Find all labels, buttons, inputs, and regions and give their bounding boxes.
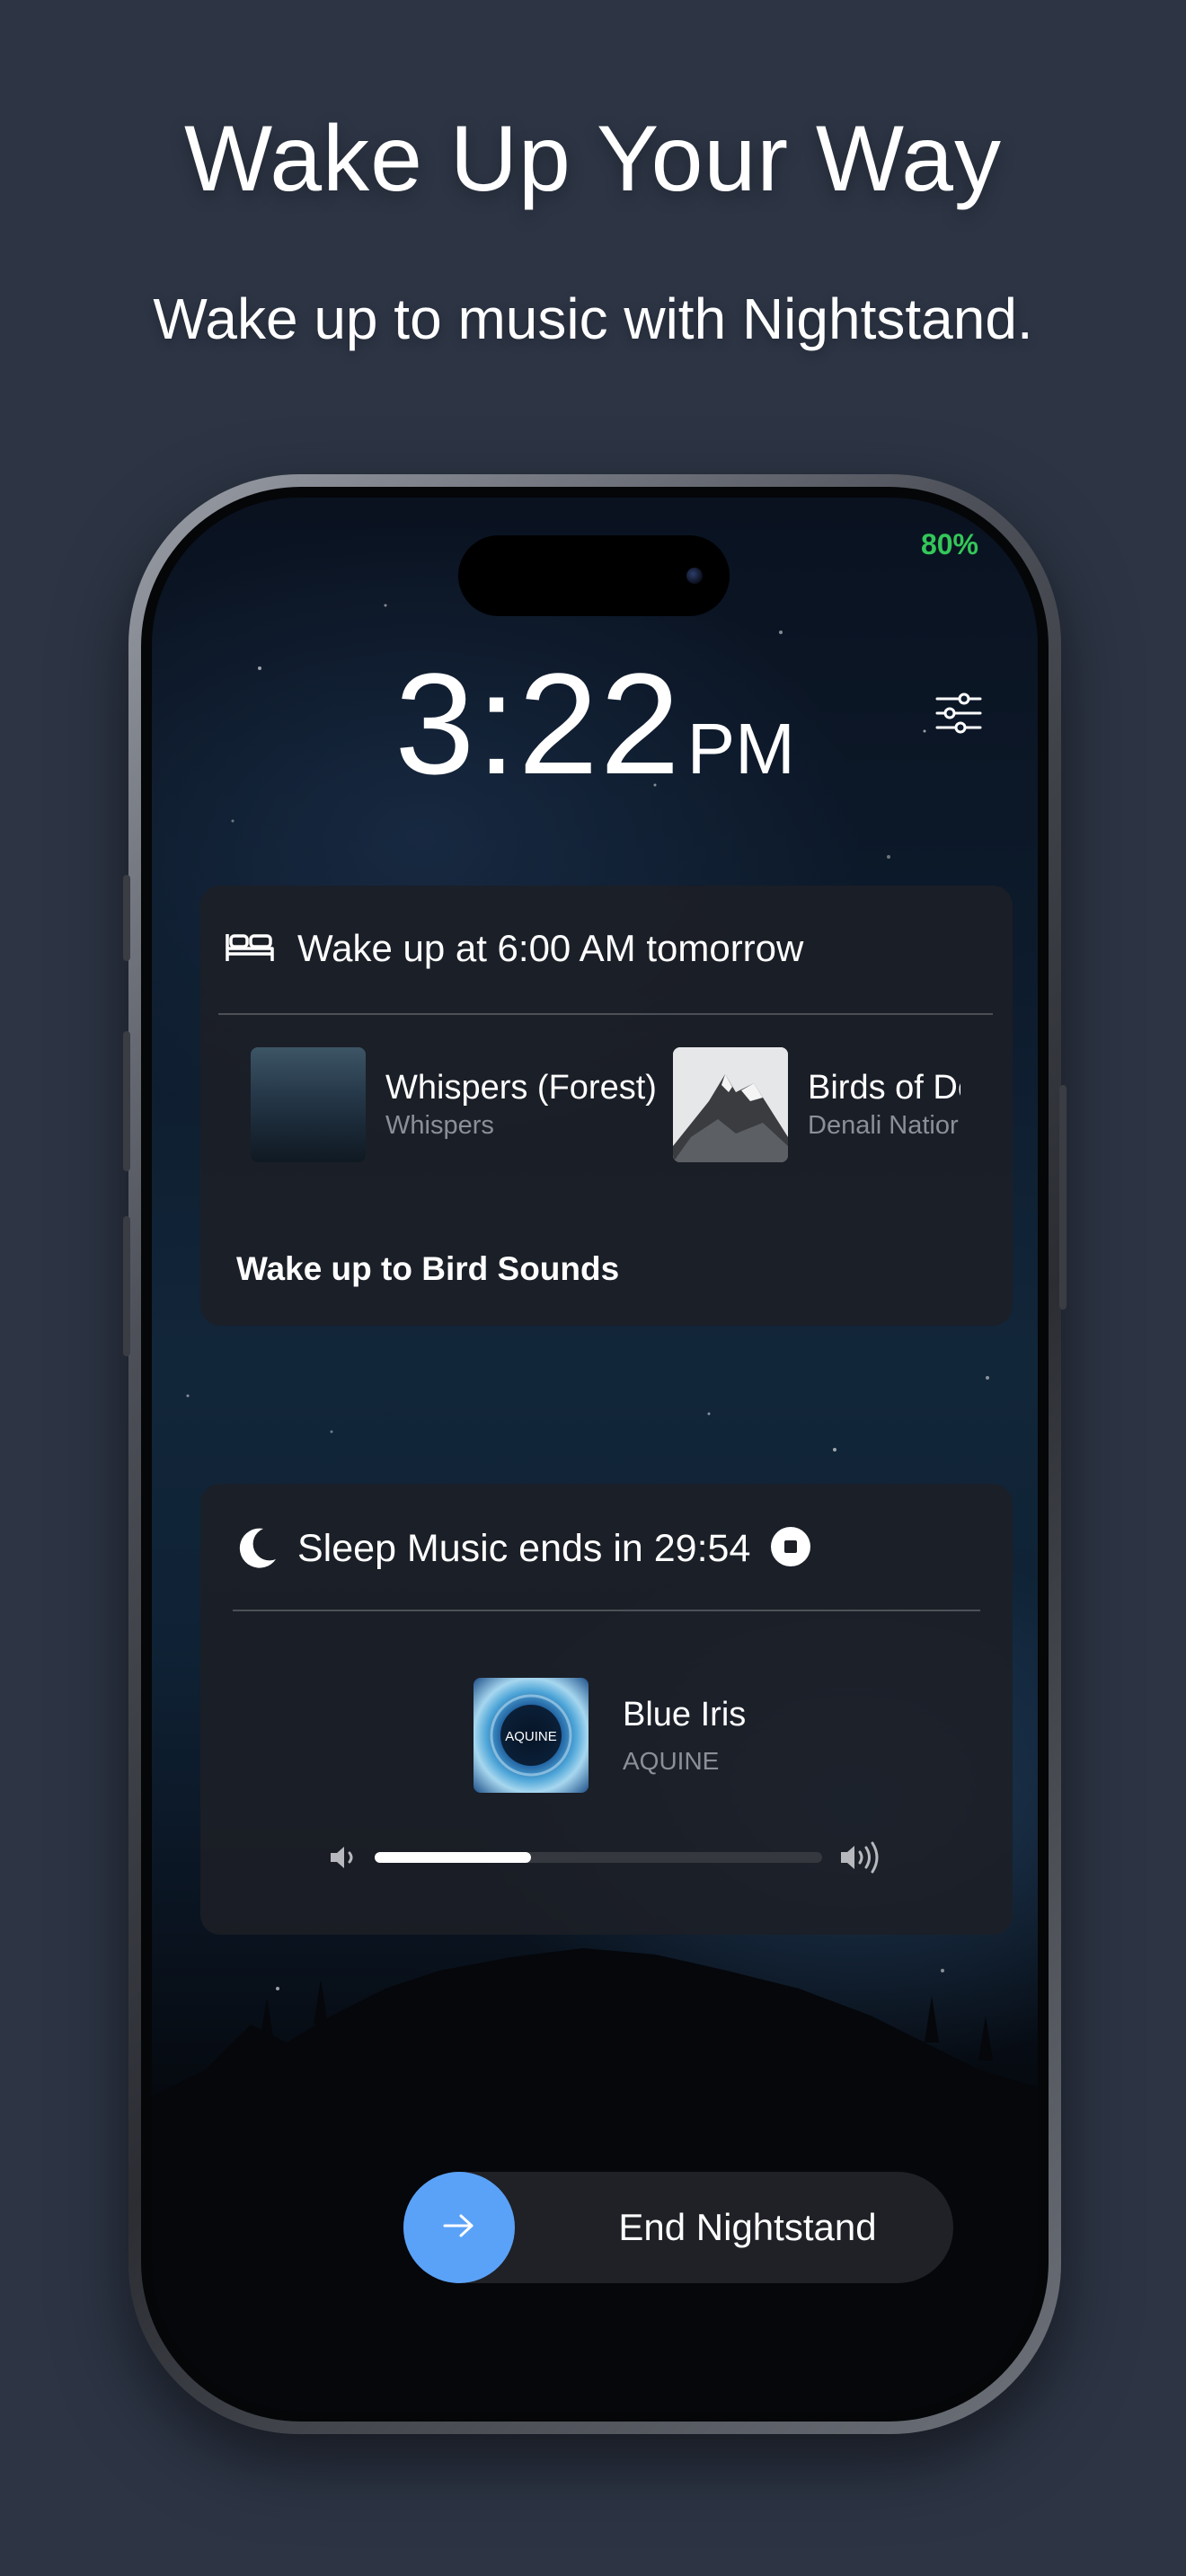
phone-screen: 80% 3:22PM Wake up at 6:00 AM tomorrow W… [152, 498, 1038, 2411]
wake-sound-label[interactable]: Wake up to Bird Sounds [236, 1250, 619, 1288]
stop-icon[interactable] [770, 1526, 811, 1572]
volume-high-icon [838, 1841, 885, 1878]
alarm-label: Wake up at 6:00 AM tomorrow [297, 927, 804, 969]
volume-low-icon [328, 1843, 358, 1876]
wake-track-carousel[interactable]: Whispers (Forest) Whispers Birds of De D… [251, 1047, 960, 1164]
alarm-card[interactable]: Wake up at 6:00 AM tomorrow Whispers (Fo… [200, 886, 1013, 1326]
action-button [123, 875, 130, 961]
track-title: Blue Iris [623, 1695, 747, 1734]
volume-slider[interactable] [375, 1852, 822, 1863]
volume-control [328, 1838, 885, 1875]
wake-track[interactable]: Birds of De Denali Natior [673, 1047, 960, 1162]
arrow-right-icon [441, 2212, 477, 2244]
volume-up-button [123, 1031, 130, 1171]
clock-period: PM [686, 709, 795, 789]
divider [218, 1013, 993, 1015]
dynamic-island [458, 535, 730, 616]
volume-down-button [123, 1216, 130, 1356]
now-playing[interactable]: AQUINE Blue Iris AQUINE [474, 1678, 746, 1793]
side-button [1059, 1085, 1067, 1310]
sleep-timer-label: Sleep Music ends in 29:54 [297, 1527, 751, 1570]
slider-knob[interactable] [403, 2172, 515, 2283]
phone-frame: 80% 3:22PM Wake up at 6:00 AM tomorrow W… [123, 474, 1067, 2434]
track-title: Birds of De [808, 1069, 960, 1107]
album-art-text: AQUINE [505, 1729, 557, 1744]
battery-percentage: 80% [920, 528, 978, 560]
volume-slider-fill [375, 1852, 532, 1863]
clock: 3:22PM [152, 641, 1038, 807]
moon-icon [236, 1525, 278, 1573]
track-artist: AQUINE [623, 1746, 720, 1775]
sleep-music-card: Sleep Music ends in 29:54 AQUINE Blue Ir… [200, 1484, 1013, 1935]
divider [233, 1610, 980, 1611]
front-camera [686, 568, 703, 584]
bed-icon [224, 929, 276, 969]
album-art [251, 1047, 366, 1162]
album-art: AQUINE [474, 1678, 589, 1793]
track-artist: Whispers [385, 1111, 494, 1140]
track-title: Whispers (Forest) [385, 1069, 657, 1107]
end-nightstand-slider[interactable]: End Nightstand [403, 2172, 953, 2283]
end-nightstand-label: End Nightstand [618, 2206, 877, 2248]
headline: Wake Up Your Way [183, 107, 1002, 211]
wake-track[interactable]: Whispers (Forest) Whispers [251, 1047, 657, 1162]
subheadline: Wake up to music with Nightstand. [153, 287, 1033, 351]
clock-time: 3:22 [394, 643, 682, 804]
sliders-icon[interactable] [934, 688, 984, 738]
track-artist: Denali Natior [808, 1111, 959, 1140]
album-art [673, 1047, 788, 1162]
